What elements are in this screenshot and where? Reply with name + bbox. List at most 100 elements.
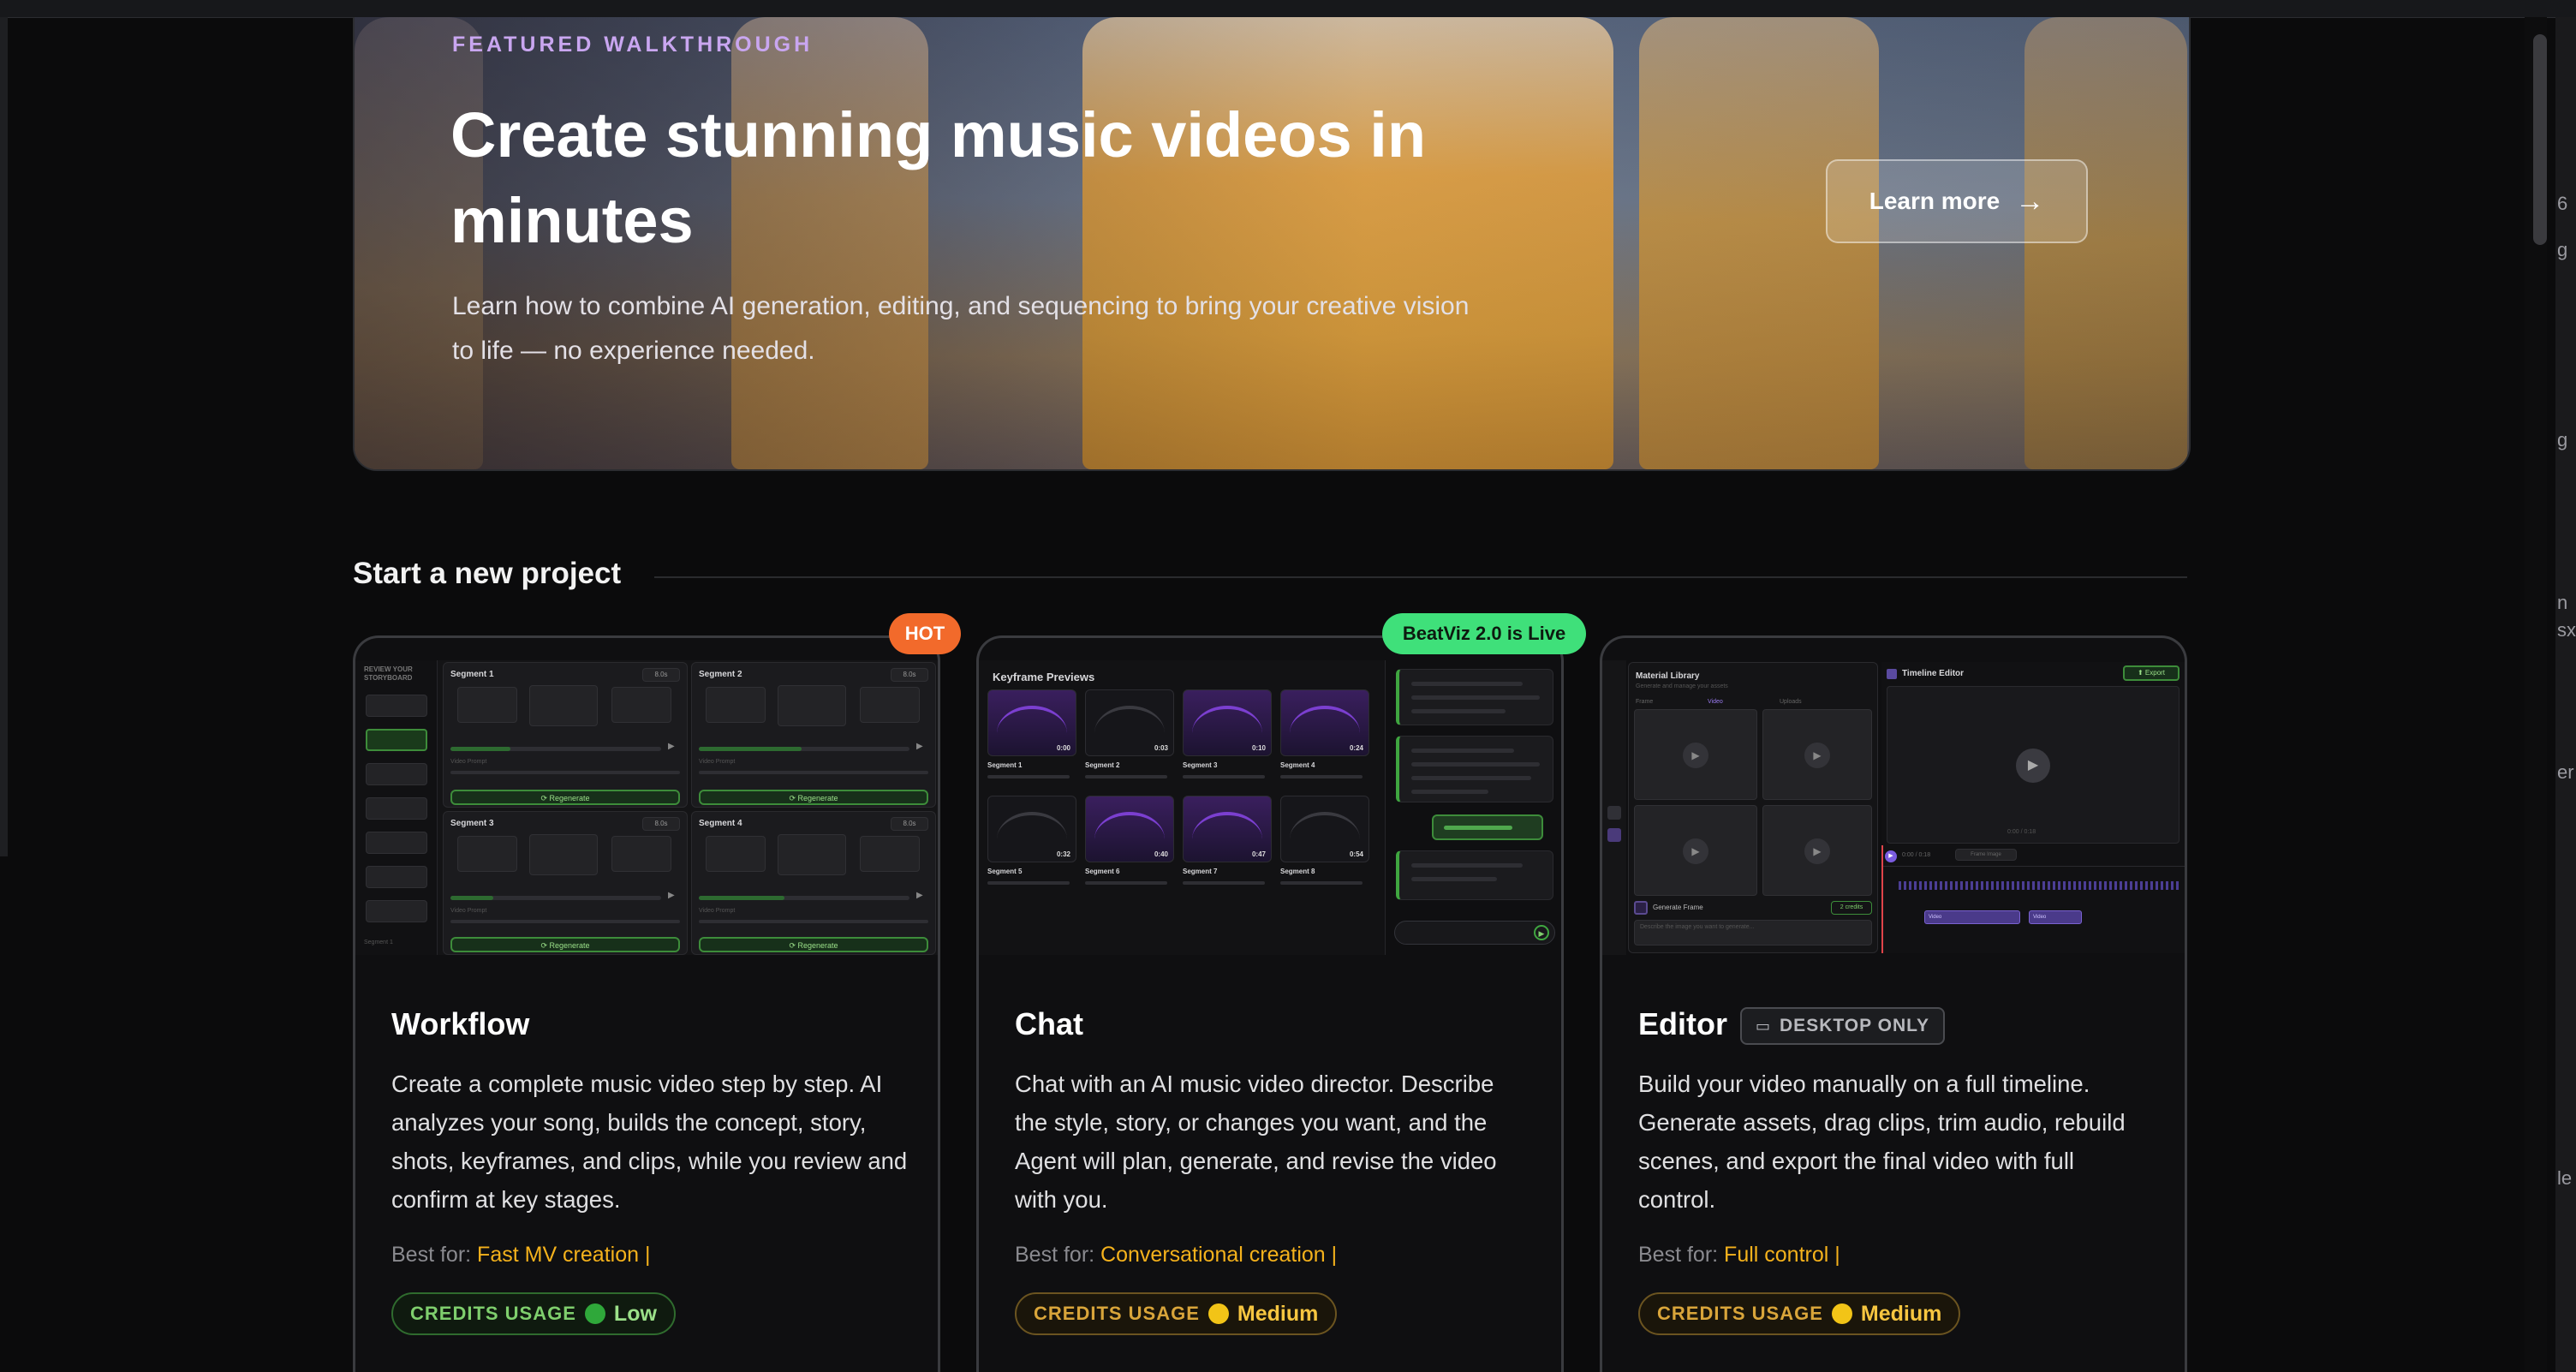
sidebar-fragment: er [2557, 761, 2574, 783]
storyboard-thumb[interactable] [366, 832, 427, 854]
workflow-card[interactable]: REVIEW YOUR STORYBOARD Segment 1 Segment… [353, 635, 940, 1372]
chat-line [1411, 709, 1506, 713]
storyboard-thumb[interactable] [366, 695, 427, 717]
generate-icon[interactable] [1634, 901, 1648, 915]
timeline-icon [1887, 669, 1897, 679]
timeline-clip[interactable]: Video [1924, 910, 2020, 924]
play-icon[interactable]: ▶ [916, 742, 923, 751]
prompt-label: Video Prompt [699, 759, 736, 765]
send-icon[interactable]: ▶ [1534, 925, 1549, 940]
play-icon[interactable]: ▶ [2016, 749, 2050, 783]
progress-fill [699, 896, 784, 900]
learn-more-label: Learn more [1869, 188, 2001, 214]
play-icon: ▶ [1804, 838, 1830, 864]
editor-card[interactable]: Material Library Generate and manage you… [1600, 635, 2187, 1372]
generate-prompt-input[interactable]: Describe the image you want to generate.… [1634, 920, 1872, 945]
chat-message [1396, 736, 1553, 802]
progress-fill [450, 896, 493, 900]
credits-usage-badge: CREDITS USAGE Medium [1638, 1292, 1961, 1335]
chat-line [1411, 682, 1523, 686]
library-asset[interactable]: ▶ [1762, 709, 1872, 800]
storyboard-thumb[interactable] [366, 866, 427, 888]
library-asset[interactable]: ▶ [1634, 805, 1757, 896]
frame-thumb [457, 836, 517, 872]
chat-line [1411, 877, 1497, 881]
keyframe-thumb[interactable]: 0:32 [987, 796, 1076, 862]
hero-eyebrow: FEATURED WALKTHROUGH [452, 33, 814, 57]
left-panel-edge [0, 17, 8, 856]
keyframe-thumb[interactable]: 0:03 [1085, 689, 1174, 756]
regenerate-button[interactable]: ⟳ Regenerate [699, 790, 928, 805]
regenerate-label: Regenerate [797, 941, 838, 950]
section-title: Start a new project [353, 557, 622, 590]
keyframe-thumb[interactable]: 0:40 [1085, 796, 1174, 862]
keyframe-label: Segment 2 [1085, 761, 1120, 769]
credits-label: CREDITS USAGE [1034, 1303, 1200, 1324]
play-icon[interactable]: ▶ [668, 742, 675, 751]
video-preview[interactable]: ▶ 0:00 / 0:18 [1887, 686, 2179, 844]
timeline-play-icon[interactable]: ▶ [1885, 850, 1897, 862]
live-badge: BeatViz 2.0 is Live [1382, 613, 1586, 654]
regenerate-button[interactable]: ⟳ Regenerate [699, 937, 928, 952]
frame-thumb [860, 836, 920, 872]
best-for-label: Best for: [391, 1243, 472, 1267]
sidebar-fragment: 6 [2557, 193, 2568, 214]
export-button[interactable]: ⬆ Export [2123, 665, 2179, 681]
keyframe-thumb[interactable]: 0:24 [1280, 689, 1369, 756]
scrollbar-thumb[interactable] [2533, 34, 2547, 245]
learn-more-button[interactable]: Learn more → [1826, 159, 2088, 243]
regenerate-button[interactable]: ⟳ Regenerate [450, 937, 680, 952]
chat-line [1411, 776, 1531, 780]
library-tab-uploads[interactable]: Uploads [1780, 699, 1802, 705]
credits-level-dot [1831, 1303, 1852, 1324]
regenerate-button[interactable]: ⟳ Regenerate [450, 790, 680, 805]
library-tab-frame[interactable]: Frame [1636, 699, 1653, 705]
card-title: Chat [1015, 1006, 1083, 1041]
featured-hero-banner[interactable]: FEATURED WALKTHROUGH Create stunning mus… [353, 17, 2191, 471]
best-for-value: Full control [1724, 1243, 1829, 1267]
audio-waveform[interactable] [1899, 881, 2179, 890]
card-title: Workflow [391, 1006, 530, 1041]
play-icon: ▶ [1804, 743, 1830, 768]
keyframe-thumb[interactable]: 0:47 [1183, 796, 1272, 862]
storyboard-thumb[interactable] [366, 763, 427, 785]
zoom-control[interactable]: Frame Image [1955, 849, 2017, 861]
keyframe-caption-line [987, 775, 1070, 778]
progress-fill [450, 747, 510, 751]
chat-card[interactable]: Keyframe Previews 0:00 Segment 1 0:03 Segme… [976, 635, 1564, 1372]
chat-input[interactable]: ▶ [1394, 921, 1555, 945]
best-for-label: Best for: [1638, 1243, 1719, 1267]
library-tab-video[interactable]: Video [1708, 699, 1723, 705]
tool-icon[interactable] [1607, 806, 1621, 820]
tool-icon[interactable] [1607, 828, 1621, 842]
storyboard-thumb[interactable] [366, 797, 427, 820]
play-icon[interactable]: ▶ [916, 891, 923, 900]
library-asset[interactable]: ▶ [1634, 709, 1757, 800]
timeline-clip[interactable]: Video [2029, 910, 2082, 924]
best-for-value: Fast MV creation [477, 1243, 639, 1267]
credits-label: CREDITS USAGE [410, 1303, 576, 1324]
keyframe-thumb[interactable]: 0:10 [1183, 689, 1272, 756]
play-icon[interactable]: ▶ [668, 891, 675, 900]
playhead[interactable] [1881, 845, 1883, 953]
keyframe-time: 0:40 [1154, 850, 1168, 858]
segment-label: Segment 3 [450, 819, 494, 828]
card-description: Chat with an AI music video director. De… [1015, 1071, 1497, 1213]
frame-thumb [529, 834, 598, 875]
segment-panel: Segment 4 8.0s ▶ Video Prompt ⟳ Regenera… [691, 811, 936, 955]
frame-thumb [860, 687, 920, 723]
library-asset[interactable]: ▶ [1762, 805, 1872, 896]
desktop-only-label: DESKTOP ONLY [1780, 1016, 1930, 1035]
storyboard-thumb[interactable] [366, 900, 427, 922]
keyframe-time: 0:32 [1056, 850, 1070, 858]
keyframe-thumb[interactable]: 0:00 [987, 689, 1076, 756]
keyframe-thumb[interactable]: 0:54 [1280, 796, 1369, 862]
keyframe-time: 0:24 [1349, 744, 1363, 752]
sidebar-fragment: n [2557, 592, 2568, 613]
segment-panel: Segment 1 8.0s ▶ Video Prompt ⟳ Regenera… [443, 662, 688, 808]
segment-duration: 8.0s [891, 817, 928, 831]
timeline-editor-panel: Timeline Editor ⬆ Export ▶ 0:00 / 0:18 ▶… [1881, 662, 2185, 953]
hero-title: Create stunning music videos in minutes [450, 99, 1427, 256]
material-library-subtitle: Generate and manage your assets [1636, 683, 1728, 689]
storyboard-thumb-selected[interactable] [366, 729, 427, 751]
